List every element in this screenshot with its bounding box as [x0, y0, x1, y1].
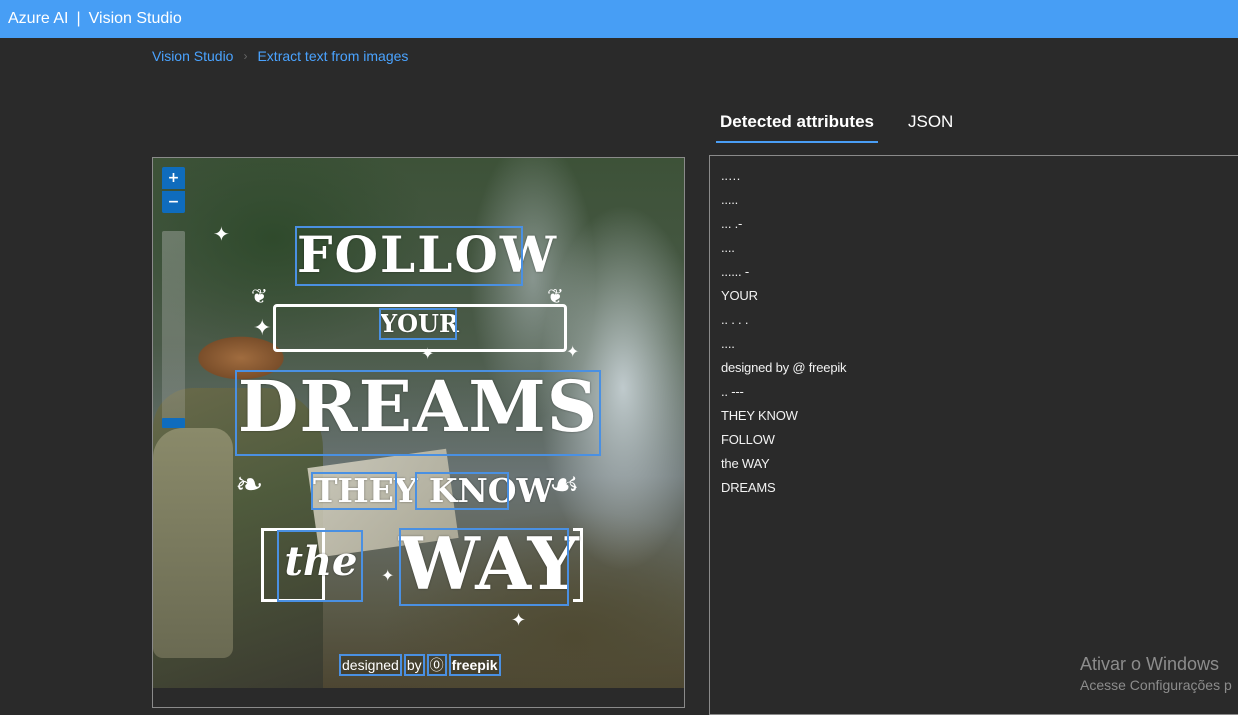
detection-box: [399, 528, 569, 606]
detection-box: [295, 226, 523, 286]
top-bar: Azure AI | Vision Studio: [0, 0, 1238, 38]
backpack-shape: [153, 428, 233, 658]
tab-detected-attributes[interactable]: Detected attributes: [716, 108, 878, 143]
credit-word-by: by: [403, 654, 425, 676]
brand-separator: |: [76, 10, 81, 27]
detection-box: [311, 472, 397, 510]
image-credit: designed by ⓪ freepik: [339, 654, 501, 676]
sparkle-icon: ✦: [511, 610, 527, 631]
breadcrumb: Vision Studio › Extract text from images: [152, 48, 408, 64]
result-line: ... .-: [721, 216, 743, 231]
freepik-logo-icon: ⓪: [426, 654, 447, 676]
detection-box: [415, 472, 509, 510]
breadcrumb-extract-text[interactable]: Extract text from images: [257, 48, 408, 64]
zoom-in-button[interactable]: +: [162, 167, 185, 189]
result-line: ....: [721, 336, 735, 351]
detection-box: [379, 308, 457, 340]
result-line: THEY KNOW: [721, 408, 798, 423]
result-line: ..…: [721, 168, 741, 183]
brand-name[interactable]: Azure AI: [8, 10, 68, 28]
product-name[interactable]: Vision Studio: [89, 10, 182, 28]
result-line: .....: [721, 192, 739, 207]
sparkle-icon: ✦: [381, 566, 395, 585]
leaf-ornament-icon: ❦: [251, 284, 268, 308]
image-viewer[interactable]: ✦ ✦ ✦ ✦ ✦ ✦ ❦ ❦ ❧ ☙ FOLLOW YOUR DREAMS T…: [152, 157, 685, 708]
sample-image: ✦ ✦ ✦ ✦ ✦ ✦ ❦ ❦ ❧ ☙ FOLLOW YOUR DREAMS T…: [153, 158, 684, 688]
credit-word-freepik: freepik: [448, 654, 501, 676]
detection-box: [235, 370, 601, 456]
result-line: designed by @ freepik: [721, 360, 847, 375]
breadcrumb-separator: ›: [243, 49, 248, 63]
result-line: FOLLOW: [721, 432, 775, 447]
zoom-slider-thumb[interactable]: [162, 418, 185, 428]
detection-box: [277, 530, 363, 602]
zoom-out-button[interactable]: −: [162, 191, 185, 213]
sparkle-icon: ✦: [566, 342, 580, 361]
result-line: .. ---: [721, 384, 744, 399]
leaf-ornament-icon: ❦: [547, 284, 564, 308]
watermark-subtitle: Acesse Configurações p: [1080, 677, 1232, 693]
watermark-title: Ativar o Windows: [1080, 654, 1220, 674]
star-icon: ✦: [213, 222, 230, 246]
result-line: YOUR: [721, 288, 758, 303]
result-line: ...... -: [721, 264, 750, 279]
windows-activation-watermark: Ativar o Windows Acesse Configurações p: [1080, 653, 1232, 695]
result-tabs: Detected attributes JSON: [716, 108, 957, 143]
detected-attributes-panel[interactable]: ..… ..... ... .- .... ...... - YOUR .. .…: [709, 155, 1238, 715]
result-line: ....: [721, 240, 735, 255]
swirl-ornament-icon: ❧: [235, 465, 264, 505]
tab-json[interactable]: JSON: [904, 108, 957, 143]
breadcrumb-vision-studio[interactable]: Vision Studio: [152, 48, 233, 64]
result-line: .. . . .: [721, 312, 749, 327]
zoom-slider[interactable]: [162, 231, 185, 428]
result-line: DREAMS: [721, 480, 776, 495]
result-line: the WAY: [721, 456, 770, 471]
credit-word-designed: designed: [339, 654, 402, 676]
sparkle-icon: ✦: [253, 316, 272, 341]
